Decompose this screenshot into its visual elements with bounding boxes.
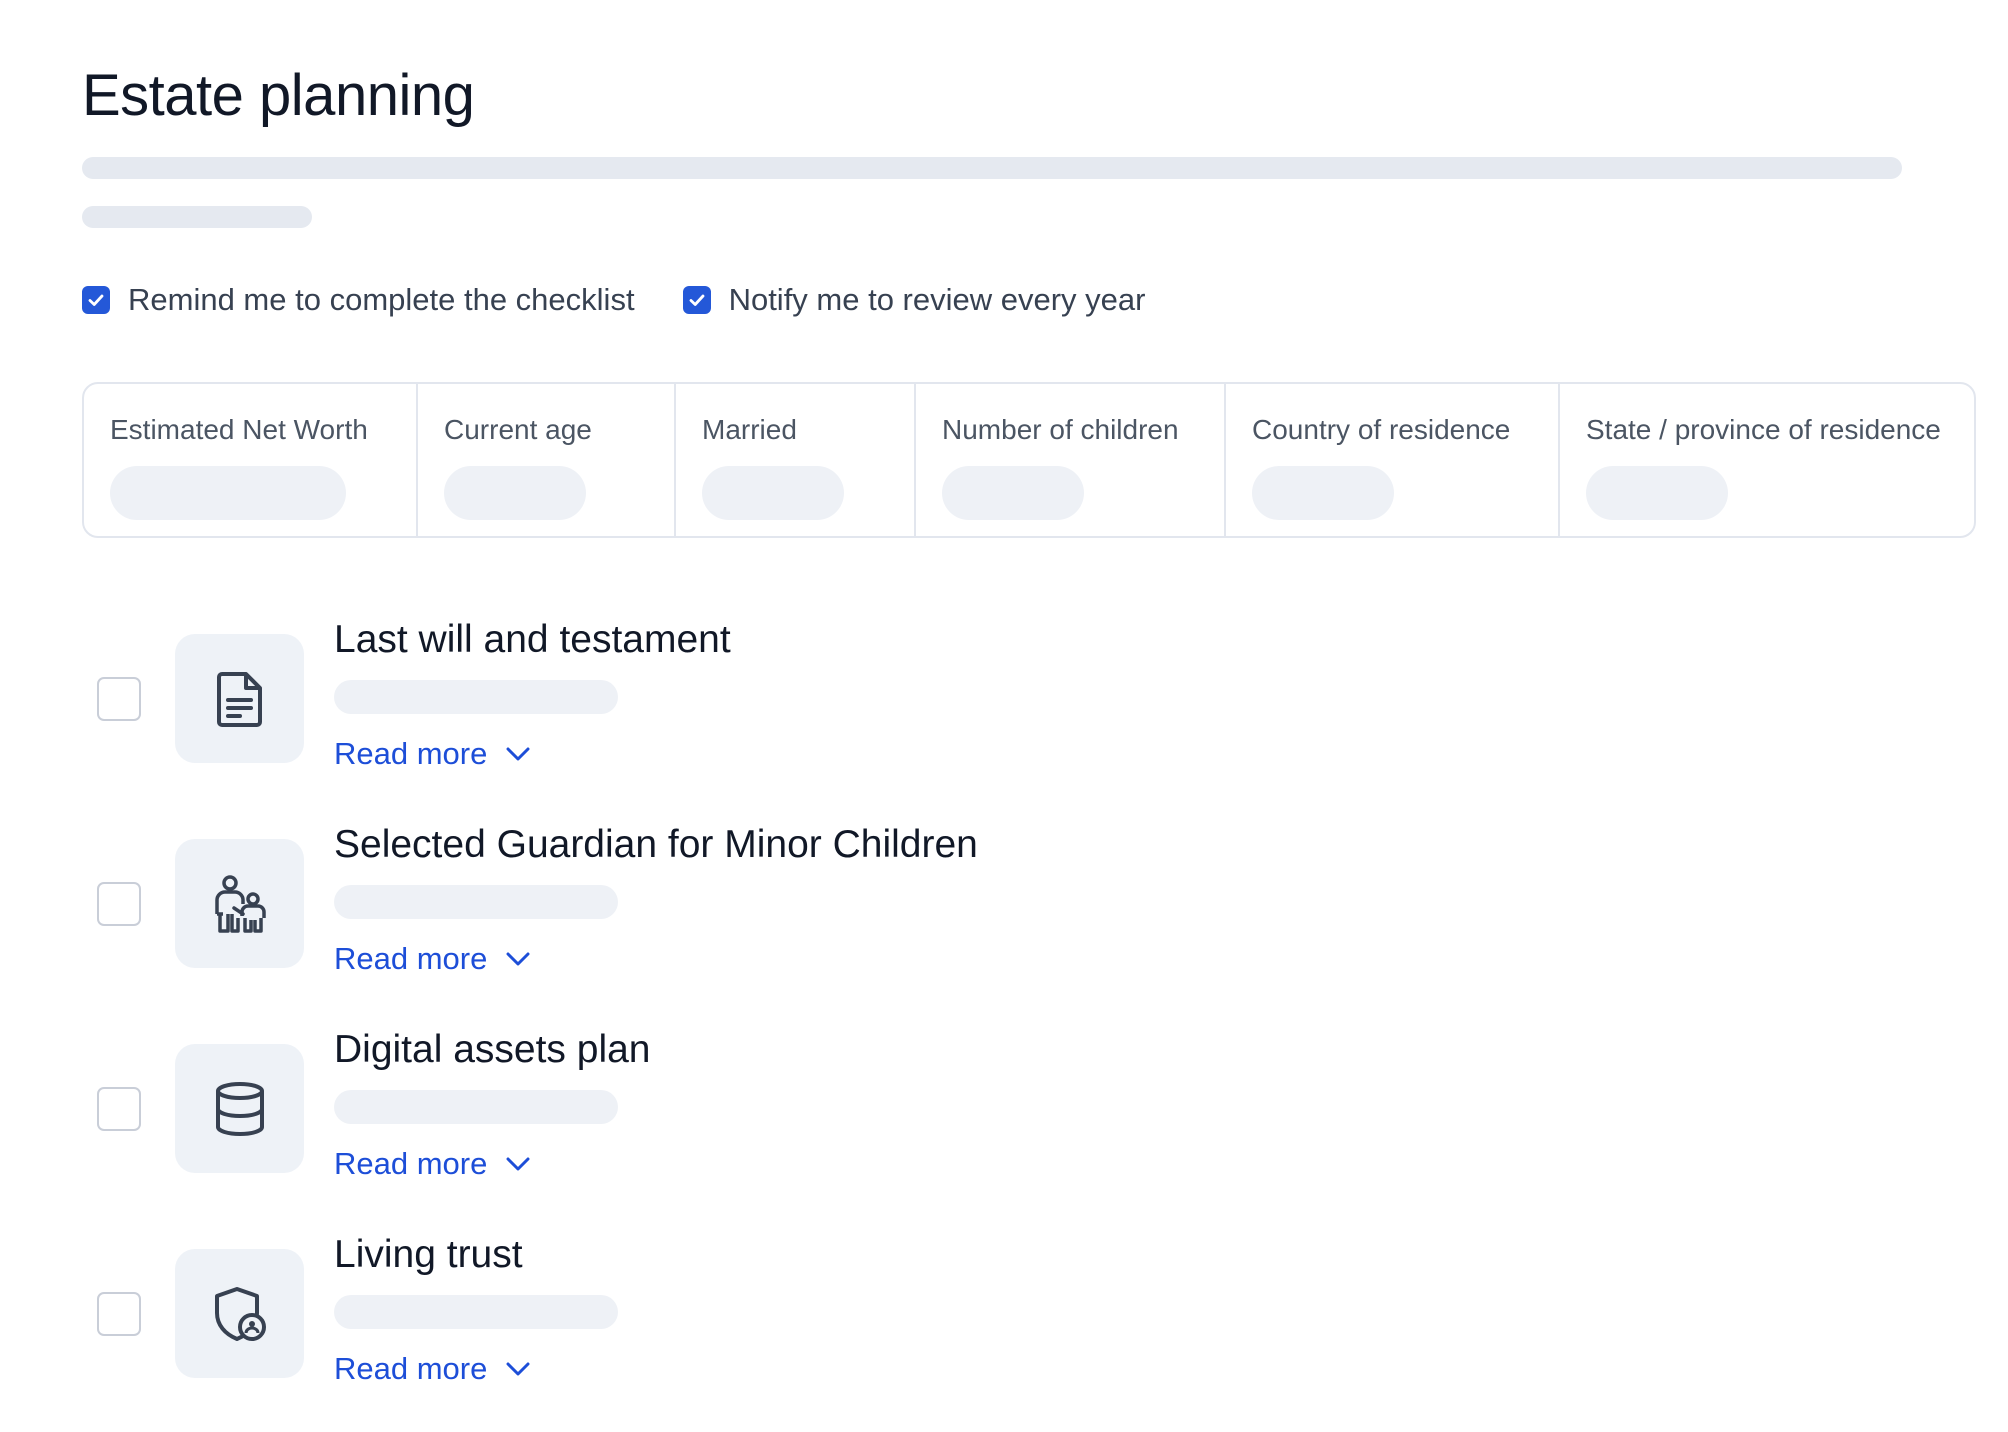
read-more-link[interactable]: Read more — [334, 734, 731, 774]
database-icon — [215, 1081, 264, 1136]
preferences-row: Remind me to complete the checklist Noti… — [82, 282, 1145, 318]
checklist-item: Digital assets plan Read more — [82, 1022, 1882, 1227]
item-body: Selected Guardian for Minor Children Rea… — [334, 817, 978, 979]
estate-checklist: Last will and testament Read more Select… — [82, 612, 1882, 1432]
item-checkbox[interactable] — [97, 1087, 141, 1131]
field-number-of-children: Number of children — [916, 384, 1226, 536]
field-state-province-of-residence: State / province of residence — [1560, 384, 1974, 536]
field-value-placeholder — [110, 466, 346, 520]
chevron-down-icon — [506, 1157, 530, 1171]
field-label: State / province of residence — [1586, 414, 1941, 445]
notify-review-checkbox[interactable] — [682, 286, 711, 314]
field-value-placeholder — [1586, 466, 1728, 520]
read-more-label: Read more — [334, 1351, 488, 1386]
field-label: Country of residence — [1252, 414, 1511, 445]
checklist-item: Living trust Read more — [82, 1227, 1882, 1432]
checklist-item: Selected Guardian for Minor Children Rea… — [82, 817, 1882, 1022]
item-description-placeholder — [334, 1295, 618, 1329]
shield-user-icon — [214, 1286, 266, 1341]
read-more-label: Read more — [334, 736, 488, 771]
page-title: Estate planning — [82, 63, 475, 128]
item-checkbox[interactable] — [97, 1292, 141, 1336]
item-description-placeholder — [334, 885, 618, 919]
notify-review-label: Notify me to review every year — [728, 282, 1146, 317]
remind-checklist-label: Remind me to complete the checklist — [128, 282, 635, 317]
item-body: Last will and testament Read more — [334, 612, 731, 774]
field-value-placeholder — [444, 466, 586, 520]
field-country-of-residence: Country of residence — [1226, 384, 1560, 536]
description-placeholder-short — [82, 206, 312, 228]
read-more-label: Read more — [334, 1146, 488, 1181]
chevron-down-icon — [506, 952, 530, 966]
field-married: Married — [676, 384, 916, 536]
read-more-link[interactable]: Read more — [334, 939, 978, 979]
item-title: Living trust — [334, 1233, 523, 1276]
item-title: Digital assets plan — [334, 1028, 651, 1071]
field-current-age: Current age — [418, 384, 676, 536]
item-icon-tile — [175, 1249, 304, 1378]
field-label: Estimated Net Worth — [110, 414, 368, 445]
item-title: Last will and testament — [334, 618, 731, 661]
remind-checklist-option[interactable]: Remind me to complete the checklist — [82, 282, 635, 318]
parent-child-icon — [214, 874, 266, 933]
item-icon-tile — [175, 1044, 304, 1173]
item-checkbox[interactable] — [97, 677, 141, 721]
field-value-placeholder — [1252, 466, 1394, 520]
item-icon-tile — [175, 839, 304, 968]
item-body: Living trust Read more — [334, 1227, 618, 1389]
checkmark-icon — [689, 294, 704, 306]
notify-review-option[interactable]: Notify me to review every year — [682, 282, 1146, 318]
checkmark-icon — [88, 294, 104, 306]
field-value-placeholder — [702, 466, 844, 520]
field-estimated-net-worth: Estimated Net Worth — [84, 384, 418, 536]
field-label: Married — [702, 414, 797, 445]
item-description-placeholder — [334, 1090, 618, 1124]
document-icon — [216, 671, 262, 727]
read-more-link[interactable]: Read more — [334, 1144, 651, 1184]
field-label: Current age — [444, 414, 592, 445]
field-value-placeholder — [942, 466, 1084, 520]
read-more-link[interactable]: Read more — [334, 1349, 618, 1389]
chevron-down-icon — [506, 1362, 530, 1376]
item-title: Selected Guardian for Minor Children — [334, 823, 978, 866]
read-more-label: Read more — [334, 941, 488, 976]
item-body: Digital assets plan Read more — [334, 1022, 651, 1184]
field-label: Number of children — [942, 414, 1179, 445]
remind-checklist-checkbox[interactable] — [82, 286, 110, 314]
checklist-item: Last will and testament Read more — [82, 612, 1882, 817]
item-icon-tile — [175, 634, 304, 763]
chevron-down-icon — [506, 747, 530, 761]
item-checkbox[interactable] — [97, 882, 141, 926]
item-description-placeholder — [334, 680, 618, 714]
description-placeholder — [82, 157, 1902, 179]
profile-summary-card: Estimated Net Worth Current age Married … — [82, 382, 1976, 538]
